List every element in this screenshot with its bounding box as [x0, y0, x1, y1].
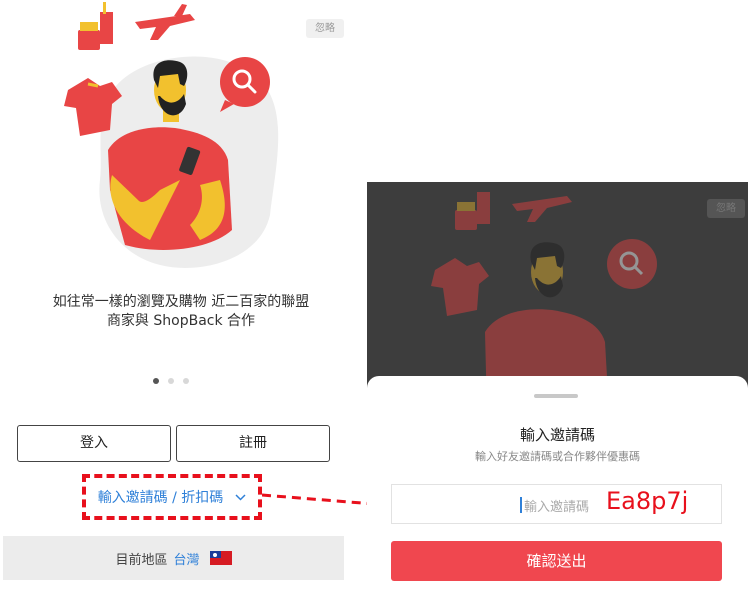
carousel-dot-3[interactable] — [183, 378, 189, 384]
login-button[interactable]: 登入 — [17, 425, 171, 462]
onboarding-screen: 忽略 如往常一樣的瀏覽及購物 近二百家的聯盟 商家與 ShopBack 合作 登… — [0, 0, 346, 600]
text-cursor — [520, 497, 522, 513]
skip-button[interactable]: 忽略 — [306, 19, 344, 38]
invite-code-input[interactable]: 輸入邀請碼 Ea8p7j — [391, 484, 722, 524]
confirm-submit-button[interactable]: 確認送出 — [391, 541, 722, 581]
region-label: 目前地區 — [115, 552, 168, 568]
tagline-line-1: 如往常一樣的瀏覽及購物 近二百家的聯盟 — [52, 294, 310, 310]
skip-button-dimmed: 忽略 — [707, 199, 745, 218]
sheet-drag-handle[interactable] — [534, 394, 578, 398]
tagline-line-2: 商家與 ShopBack 合作 — [106, 313, 256, 329]
taiwan-flag-icon — [209, 551, 232, 565]
invite-code-bottom-sheet: 輸入邀請碼 輸入好友邀請碼或合作夥伴優惠碼 輸入邀請碼 Ea8p7j 確認送出 — [367, 376, 748, 600]
shopping-man-illustration — [64, 2, 279, 268]
region-value: 台灣 — [173, 552, 200, 568]
invite-code-screen: 忽略 輸入邀請碼 輸入好友邀請碼或合作夥伴優惠碼 輸入邀請碼 Ea8p7j 確認… — [367, 182, 748, 600]
onboarding-tagline: 如往常一樣的瀏覽及購物 近二百家的聯盟 商家與 ShopBack 合作 — [0, 293, 362, 331]
carousel-dots — [153, 378, 189, 384]
dimmed-background-overlay[interactable]: 忽略 — [367, 182, 748, 392]
sheet-title: 輸入邀請碼 — [519, 426, 595, 444]
carousel-dot-1[interactable] — [153, 378, 159, 384]
entered-invite-code: Ea8p7j — [606, 487, 689, 515]
invite-code-link[interactable]: 輸入邀請碼 / 折扣碼 — [82, 474, 262, 520]
invite-code-placeholder: 輸入邀請碼 — [524, 500, 590, 515]
signup-button[interactable]: 註冊 — [176, 425, 330, 462]
region-selector[interactable]: 目前地區 台灣 — [3, 536, 344, 580]
shopping-man-illustration-dimmed — [431, 192, 657, 392]
chevron-down-icon — [235, 491, 246, 504]
sheet-subtitle: 輸入好友邀請碼或合作夥伴優惠碼 — [475, 450, 640, 463]
carousel-dot-2[interactable] — [168, 378, 174, 384]
invite-code-link-label: 輸入邀請碼 / 折扣碼 — [97, 490, 224, 506]
